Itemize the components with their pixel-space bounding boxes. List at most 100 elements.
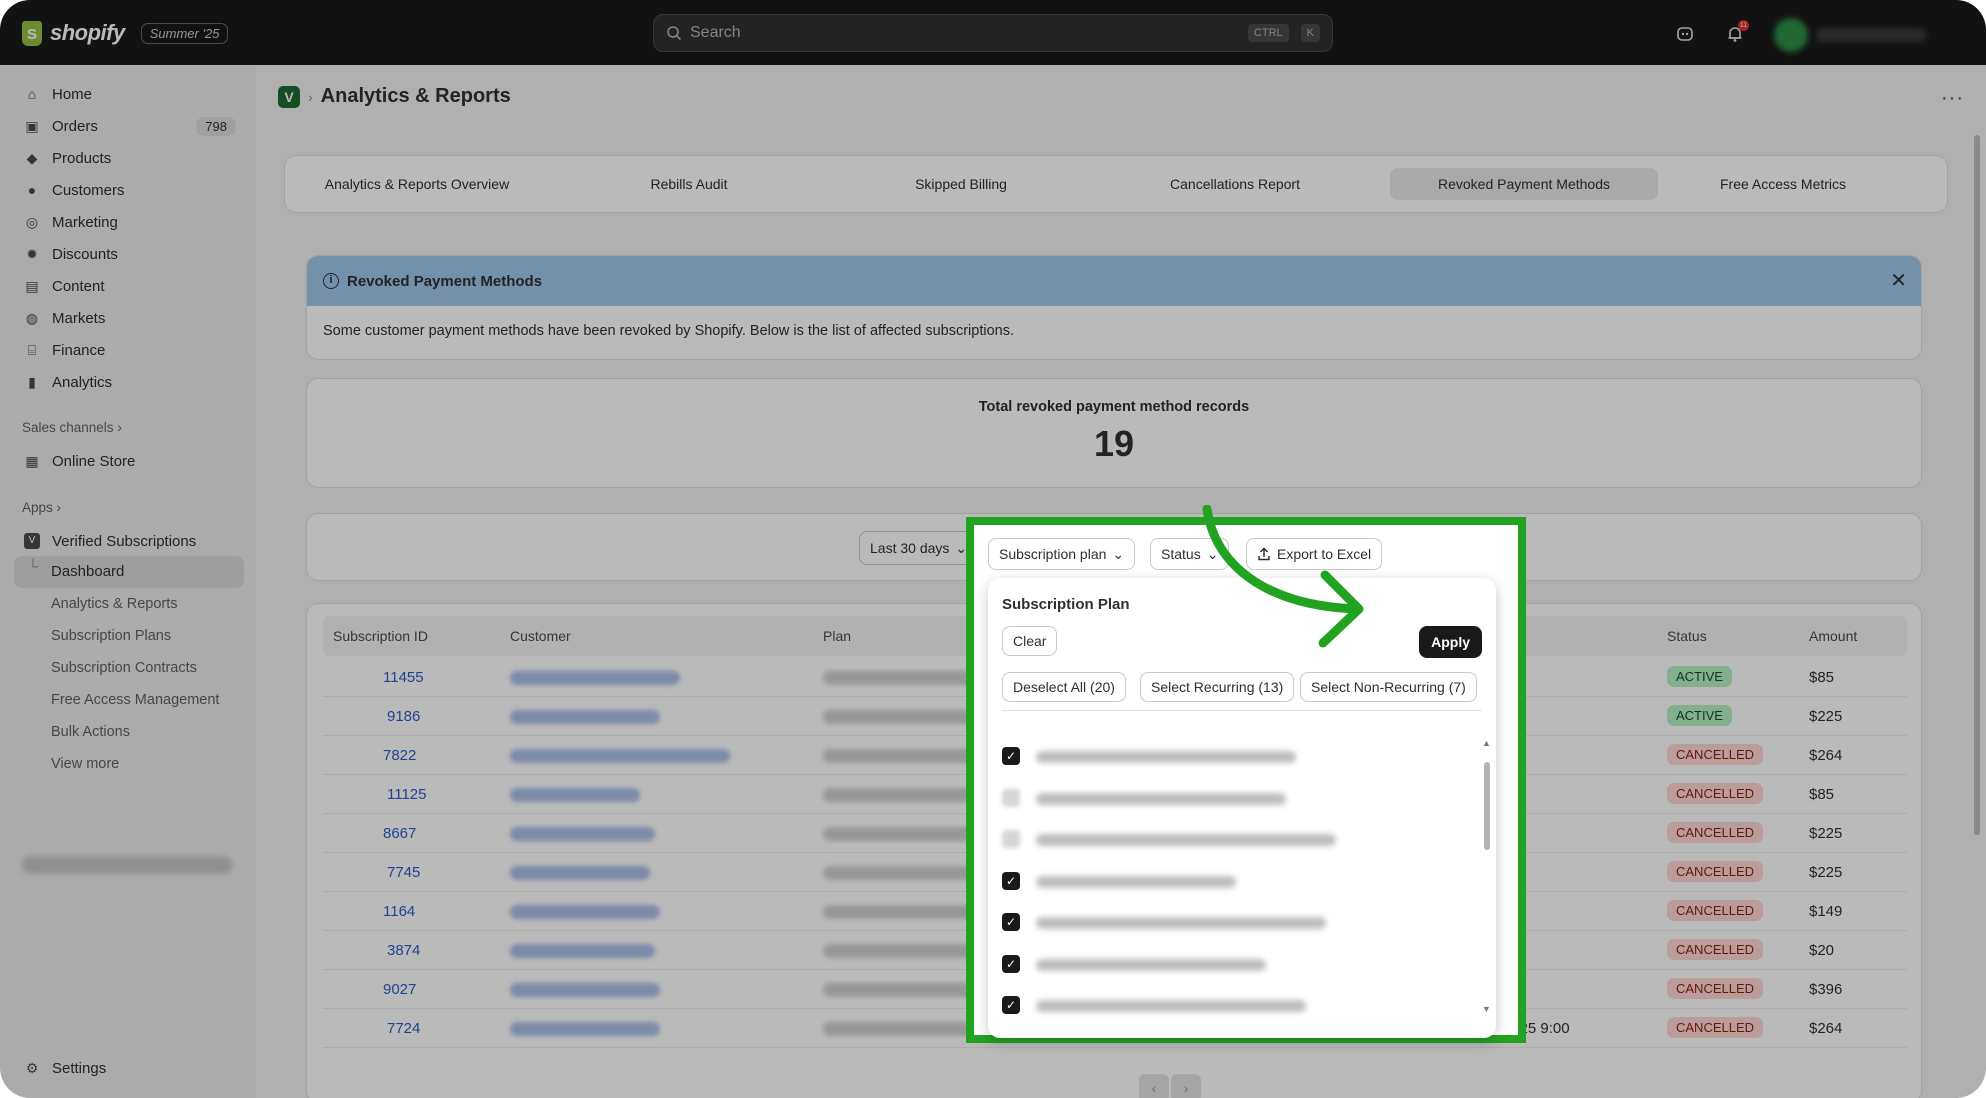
- sidebar-item-label: Markets: [52, 309, 106, 327]
- subscription-id-link[interactable]: 9186: [387, 708, 420, 725]
- customer-blurred[interactable]: [510, 788, 640, 802]
- total-records-card: Total revoked payment method records 19: [306, 378, 1922, 488]
- sales-channels-heading[interactable]: Sales channels ›: [22, 420, 122, 435]
- sidebar-item-label: Products: [52, 149, 112, 167]
- orders-icon: ▣: [25, 117, 39, 134]
- blurred-app-entry: [22, 856, 232, 874]
- subscription-id-link[interactable]: 1164: [383, 903, 415, 920]
- sidebar-sub-subscription-contracts[interactable]: Subscription Contracts: [51, 660, 197, 676]
- scroll-down-icon[interactable]: ▼: [1482, 1004, 1491, 1014]
- sidebar-item-discounts[interactable]: ✹ Discounts: [14, 239, 244, 269]
- sidebar-item-marketing[interactable]: ◎ Marketing: [14, 207, 244, 237]
- select-non-recurring-button[interactable]: Select Non-Recurring (7): [1300, 672, 1477, 702]
- sidekick-icon[interactable]: [1674, 24, 1696, 46]
- shopify-logo[interactable]: S shopify Summer '25: [22, 20, 229, 46]
- tab-overview[interactable]: Analytics & Reports Overview: [283, 168, 551, 200]
- subscription-id-link[interactable]: 11455: [383, 669, 424, 686]
- sidebar-sub-analytics-reports[interactable]: Analytics & Reports: [51, 596, 178, 612]
- subscription-id-link[interactable]: 7724: [387, 1020, 420, 1037]
- notification-bell-icon[interactable]: 11: [1724, 20, 1749, 46]
- tab-rebills-audit[interactable]: Rebills Audit: [555, 168, 823, 200]
- tab-skipped-billing[interactable]: Skipped Billing: [827, 168, 1095, 200]
- deselect-all-button[interactable]: Deselect All (20): [1002, 672, 1126, 702]
- apply-button[interactable]: Apply: [1419, 626, 1482, 658]
- sidebar-item-online-store[interactable]: ▦ Online Store: [14, 446, 244, 476]
- close-icon[interactable]: ✕: [1890, 268, 1907, 293]
- sidebar-item-finance[interactable]: ⌸ Finance: [14, 335, 244, 365]
- customer-blurred[interactable]: [510, 749, 730, 763]
- sidebar-item-label: Customers: [52, 181, 125, 199]
- customer-blurred[interactable]: [510, 866, 650, 880]
- plan-option[interactable]: ✓: [1002, 995, 1472, 1017]
- date-range-select[interactable]: Last 30 days ⌄: [859, 531, 979, 565]
- subscription-id-link[interactable]: 8667: [383, 825, 416, 842]
- apps-heading[interactable]: Apps ›: [22, 500, 61, 515]
- option-list-scrollbar[interactable]: ▲ ▼: [1482, 738, 1491, 1014]
- scroll-up-icon[interactable]: ▲: [1482, 738, 1491, 748]
- sidebar-item-markets[interactable]: ◍ Markets: [14, 303, 244, 333]
- customer-blurred[interactable]: [510, 905, 660, 919]
- sidebar-item-dashboard[interactable]: └ Dashboard: [14, 556, 244, 588]
- subscription-id-link[interactable]: 3874: [387, 942, 420, 959]
- more-actions-icon[interactable]: ···: [1941, 87, 1964, 110]
- sidebar-sub-bulk-actions[interactable]: Bulk Actions: [51, 724, 130, 740]
- tab-revoked-payment-methods[interactable]: Revoked Payment Methods: [1390, 168, 1658, 200]
- page-scrollbar[interactable]: [1974, 135, 1980, 835]
- status-badge: CANCELLED: [1667, 822, 1764, 843]
- subscription-id-link[interactable]: 7822: [383, 747, 416, 764]
- customer-blurred[interactable]: [510, 710, 660, 724]
- app-frame: S shopify Summer '25 Search CTRL K 11 ⌂ …: [0, 0, 1986, 1098]
- tab-cancellations[interactable]: Cancellations Report: [1101, 168, 1369, 200]
- subscription-id-link[interactable]: 7745: [387, 864, 420, 881]
- col-status[interactable]: Status: [1667, 628, 1707, 644]
- col-amount[interactable]: Amount: [1809, 628, 1857, 644]
- account-menu[interactable]: [1774, 18, 1926, 52]
- checkbox[interactable]: ✓: [1002, 954, 1020, 973]
- sidebar-item-settings[interactable]: ⚙ Settings: [14, 1053, 244, 1083]
- tab-free-access-metrics[interactable]: Free Access Metrics: [1649, 168, 1917, 200]
- plan-option[interactable]: ✓: [1002, 871, 1472, 893]
- subscription-plan-select[interactable]: Subscription plan ⌄: [988, 538, 1136, 570]
- customer-blurred[interactable]: [510, 1022, 660, 1036]
- sidebar-sub-free-access[interactable]: Free Access Management: [51, 692, 219, 708]
- next-page-icon[interactable]: ›: [1171, 1074, 1201, 1098]
- checkbox[interactable]: [1002, 830, 1020, 848]
- scroll-thumb[interactable]: [1484, 762, 1490, 850]
- customer-blurred[interactable]: [510, 983, 660, 997]
- sidebar-item-verified-subscriptions[interactable]: V Verified Subscriptions: [14, 526, 244, 556]
- app-logo-icon[interactable]: V: [278, 85, 300, 108]
- search-input[interactable]: Search CTRL K: [653, 14, 1333, 52]
- plan-option[interactable]: [1002, 829, 1472, 851]
- stat-label: Total revoked payment method records: [978, 399, 1250, 415]
- col-subscription-id[interactable]: Subscription ID: [333, 628, 428, 644]
- sidebar-item-analytics[interactable]: ▮ Analytics: [14, 367, 244, 397]
- prev-page-icon[interactable]: ‹: [1139, 1074, 1169, 1098]
- sidebar-sub-view-more[interactable]: View more: [51, 756, 119, 772]
- checkbox[interactable]: ✓: [1002, 871, 1020, 890]
- checkbox[interactable]: ✓: [1002, 996, 1020, 1014]
- customer-blurred[interactable]: [510, 671, 680, 685]
- clear-button[interactable]: Clear: [1002, 626, 1058, 656]
- customer-blurred[interactable]: [510, 944, 655, 958]
- subscription-id-link[interactable]: 11125: [387, 786, 427, 803]
- plan-option[interactable]: [1002, 788, 1472, 810]
- sidebar-item-customers[interactable]: ● Customers: [14, 175, 244, 205]
- col-customer[interactable]: Customer: [510, 628, 571, 644]
- plan-option[interactable]: ✓: [1002, 954, 1472, 976]
- plan-option[interactable]: ✓: [1002, 746, 1472, 768]
- sidebar-item-home[interactable]: ⌂ Home: [14, 79, 244, 109]
- checkbox[interactable]: [1002, 788, 1020, 807]
- customer-blurred[interactable]: [510, 827, 655, 841]
- sidebar-item-products[interactable]: ◆ Products: [14, 143, 244, 173]
- sidebar-item-orders[interactable]: ▣ Orders 798: [14, 111, 244, 141]
- sidebar-item-content[interactable]: ▤ Content: [14, 271, 244, 301]
- amount-cell: $225: [1809, 825, 1843, 842]
- checkbox[interactable]: ✓: [1002, 747, 1020, 765]
- brand-name: shopify: [50, 20, 125, 45]
- plan-option[interactable]: ✓: [1002, 912, 1472, 934]
- checkbox[interactable]: ✓: [1002, 913, 1020, 931]
- sidebar-sub-subscription-plans[interactable]: Subscription Plans: [51, 628, 171, 644]
- col-plan[interactable]: Plan: [823, 628, 851, 644]
- select-recurring-button[interactable]: Select Recurring (13): [1140, 672, 1295, 702]
- subscription-id-link[interactable]: 9027: [383, 981, 416, 998]
